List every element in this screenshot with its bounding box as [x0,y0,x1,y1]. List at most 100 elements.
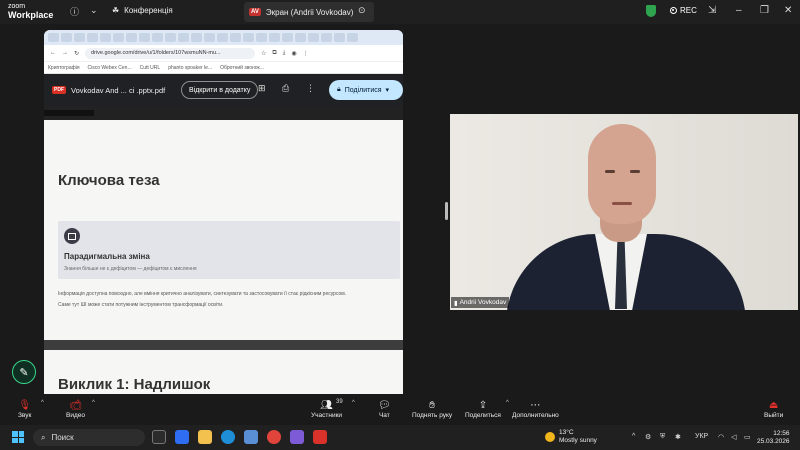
browser-tab[interactable] [321,33,332,42]
battery-icon[interactable]: ▭ [744,433,751,441]
browser-tab[interactable] [126,33,137,42]
participants-options-caret[interactable]: ^ [352,400,355,406]
browser-tab[interactable] [178,33,189,42]
print-icon[interactable]: ⎙ [282,83,289,94]
more-actions-icon[interactable]: ⋮ [306,83,315,94]
participant-video[interactable] [450,114,798,310]
acrobat-icon[interactable] [313,430,327,444]
browser-tab[interactable] [152,33,163,42]
audio-options-caret[interactable]: ^ [41,400,44,406]
more-options-icon[interactable]: ⊙ [358,5,366,16]
back-icon[interactable]: ← [50,50,56,56]
reload-icon[interactable]: ↻ [74,50,79,57]
tray-chevron-icon[interactable]: ^ [632,433,635,440]
forward-icon[interactable]: → [62,50,68,56]
audio-button[interactable]: 🎙︎ Звук [18,399,31,419]
browser-tab[interactable] [204,33,215,42]
view-splitter-handle[interactable] [445,202,448,220]
raise-hand-button[interactable]: ✋︎ Поднять руку [412,399,452,419]
close-icon[interactable]: ✕ [784,5,792,16]
browser-tab[interactable] [74,33,85,42]
hand-icon: ✋︎ [429,400,435,411]
app-icon[interactable] [244,430,258,444]
exit-fullscreen-icon[interactable]: ⇲ [708,5,716,16]
search-icon: ⌕ [41,432,46,442]
info-icon[interactable]: ⓘ [70,5,79,18]
extensions-icon[interactable]: ⧉ [272,50,276,57]
add-shortcut-icon[interactable]: ⊞ [258,83,266,94]
profile-icon[interactable]: ◉ [291,50,296,57]
pdf-viewer[interactable]: Ключова теза Парадигмальна зміна Знання … [44,106,403,394]
browser-tab[interactable] [87,33,98,42]
security-shield-icon[interactable] [646,5,656,17]
edge-icon[interactable] [221,430,235,444]
slide-title: Ключова теза [58,172,160,189]
browser-tab[interactable] [334,33,345,42]
camera-off-icon: 📹︎ [69,400,82,411]
chevron-down-icon[interactable]: ⌄ [90,5,98,16]
bookmark-item[interactable]: Cutt URL [140,65,161,71]
browser-tab[interactable] [191,33,202,42]
tray-app-icon[interactable]: ✱ [675,433,681,441]
bookmark-item[interactable]: Криптографія [48,65,80,71]
meeting-tab[interactable]: ☘ Конференція [112,6,173,15]
share-options-caret[interactable]: ^ [506,400,509,406]
browser-tab[interactable] [282,33,293,42]
pdf-page: Ключова теза Парадигмальна зміна Знання … [44,120,403,340]
restore-icon[interactable]: ❐ [760,5,769,16]
pdf-page-next: Виклик 1: Надлишок [44,350,403,394]
page-gap [44,340,403,350]
tray-app-icon[interactable]: ⛨ [660,433,665,441]
leave-button[interactable]: ⏏︎ Выйти [764,399,783,419]
volume-icon[interactable]: ◁ [731,433,736,441]
share-button[interactable]: 🔒︎ Поділитися ▾ [329,80,403,100]
recording-indicator[interactable]: REC [670,6,697,15]
signal-icon: ▮ [454,299,458,307]
language-indicator[interactable]: УКР [695,433,708,440]
browser-tab[interactable] [61,33,72,42]
task-view-icon[interactable] [152,430,166,444]
browser-menu-icon[interactable]: ⋮ [303,50,309,57]
viber-icon[interactable] [290,430,304,444]
weather-widget[interactable]: 13°C Mostly sunny [545,429,597,445]
video-options-caret[interactable]: ^ [92,400,95,406]
more-icon: ⋯ [530,400,541,411]
taskbar-search[interactable]: ⌕ Поиск [33,429,145,446]
wifi-icon[interactable]: ◠ [718,433,724,441]
browser-tab[interactable] [269,33,280,42]
browser-tab[interactable] [139,33,150,42]
browser-tab[interactable] [100,33,111,42]
more-button[interactable]: ⋯ Дополнительно [512,399,559,419]
chrome-icon[interactable] [267,430,281,444]
bookmark-item[interactable]: phanto spoaker le... [168,65,212,71]
highlight-card: Парадигмальна зміна Знання більше не є д… [58,221,400,279]
browser-tab[interactable] [48,33,59,42]
system-clock[interactable]: 12:56 25.03.2026 [757,430,790,446]
bookmark-item[interactable]: Cisco Webex Cen... [88,65,132,71]
open-with-button[interactable]: Відкрити в додатку [181,81,259,99]
browser-tab[interactable] [165,33,176,42]
windows-start-icon[interactable] [12,431,24,443]
video-button[interactable]: 📹︎ Видео [66,399,85,419]
share-screen-button[interactable]: ⇪ Поделиться [465,399,501,419]
browser-tab[interactable] [217,33,228,42]
file-explorer-icon[interactable] [198,430,212,444]
browser-tab[interactable] [256,33,267,42]
browser-tab[interactable] [230,33,241,42]
annotate-pen-button[interactable]: ✎ [12,360,36,384]
star-icon[interactable]: ☆ [261,50,266,57]
browser-tab[interactable] [243,33,254,42]
chat-button[interactable]: 💬︎ Чат [378,399,391,419]
screen-share-tab[interactable]: AV Экран (Andrii Vovkodav) [244,2,374,22]
browser-tab[interactable] [113,33,124,42]
browser-tab[interactable] [295,33,306,42]
zoom-app-icon[interactable] [175,430,189,444]
leave-icon: ⏏︎ [768,400,779,411]
address-bar[interactable]: drive.google.com/drive/u/1/folders/107ws… [85,47,256,59]
bookmark-item[interactable]: Обротний звонок... [220,65,264,71]
tray-app-icon[interactable]: ⚙ [645,433,651,441]
browser-tab[interactable] [308,33,319,42]
downloads-icon[interactable]: ⤓ [283,50,286,57]
minimize-icon[interactable]: – [736,5,742,16]
browser-tab[interactable] [347,33,358,42]
